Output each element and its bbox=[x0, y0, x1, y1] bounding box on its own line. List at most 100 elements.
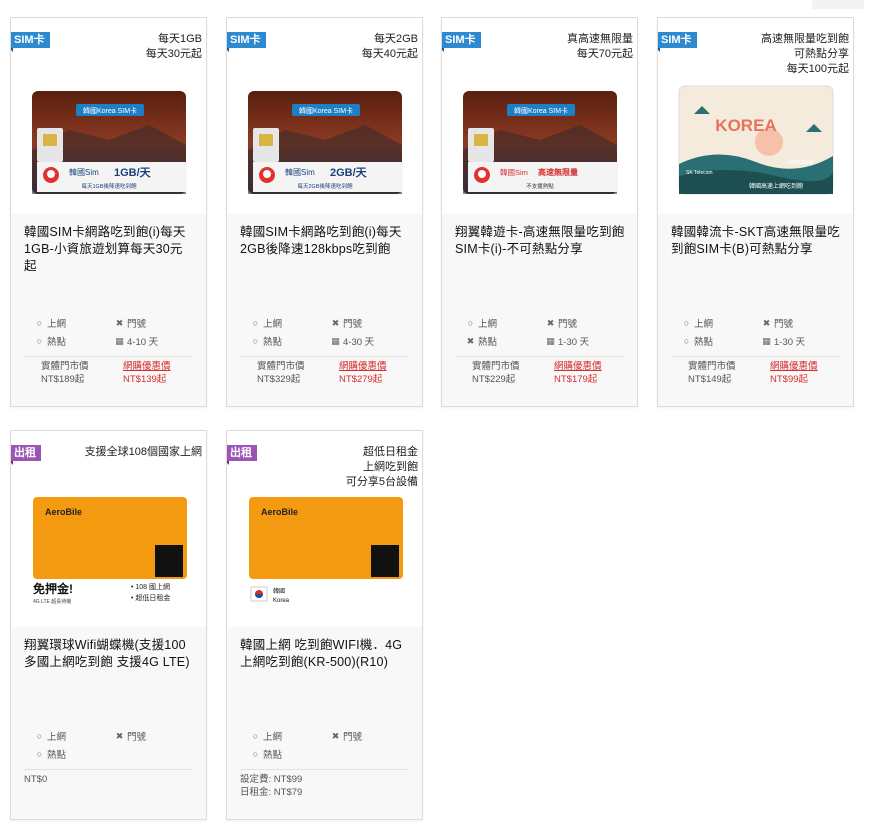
product-card[interactable]: 出租 超低日租金 上網吃到飽 可分享5台設備 AeroBile 韓國 Korea… bbox=[226, 430, 423, 820]
blurb-line: 每天30元起 bbox=[145, 48, 202, 60]
image-sim-text: 韓國Sim bbox=[500, 167, 528, 177]
store-price-value: NT$329起 bbox=[257, 374, 301, 385]
card-blurb: 每天2GB 每天40元起 bbox=[268, 32, 418, 62]
sim-badge: SIM卡 bbox=[442, 32, 481, 52]
divider bbox=[455, 356, 624, 357]
store-price-label: 實體門市價 bbox=[472, 361, 520, 372]
product-card[interactable]: SIM卡 每天1GB 每天30元起 韓國Korea SIM卡 韓國Sim 1GB… bbox=[10, 17, 207, 407]
product-title[interactable]: 韓國韓流卡-SKT高速無限量吃到飽SIM卡(B)可熱點分享 bbox=[671, 224, 841, 258]
store-price-value: NT$189起 bbox=[41, 374, 85, 385]
card-blurb: 支援全球108個國家上網 bbox=[32, 445, 202, 460]
image-footer-text: 每天2GB後降速吃到飽 bbox=[297, 182, 353, 190]
product-title[interactable]: 韓國SIM卡網路吃到飽(i)每天2GB後降速128kbps吃到飽 bbox=[240, 224, 410, 258]
promo-bullet: • 108 國上網 bbox=[131, 582, 170, 591]
blurb-line: 可熱點分享 bbox=[794, 48, 849, 60]
setup-fee: 設定費: NT$99 bbox=[240, 774, 303, 785]
promo-text: 免押金! bbox=[33, 581, 73, 596]
feature-label: 熱點 bbox=[47, 337, 67, 348]
image-brand-text: Aerobile bbox=[788, 159, 814, 166]
product-image[interactable]: AeroBile 韓國 Korea bbox=[247, 495, 407, 604]
image-sim-text: SK Telecom bbox=[686, 170, 713, 176]
blurb-line: 每天1GB bbox=[157, 33, 202, 45]
blurb-line: 真高速無限量 bbox=[567, 33, 633, 45]
image-sim-text: 韓國Sim bbox=[285, 167, 315, 177]
image-header-text: 韓國Korea SIM卡 bbox=[299, 106, 353, 115]
product-card[interactable]: SIM卡 每天2GB 每天40元起 韓國Korea SIM卡 韓國Sim 2GB… bbox=[226, 17, 423, 407]
feature-label: 上網 bbox=[694, 319, 714, 330]
product-card[interactable]: 出租 支援全球108個國家上網 AeroBile 免押金! 4G LTE 超長待… bbox=[10, 430, 207, 820]
feature-label: 門號 bbox=[343, 319, 363, 330]
divider bbox=[24, 356, 193, 357]
blurb-line: 每天40元起 bbox=[361, 48, 418, 60]
feature-label: 熱點 bbox=[478, 337, 498, 348]
divider bbox=[24, 769, 193, 770]
product-image[interactable]: AeroBile 免押金! 4G LTE 超長待機 • 108 國上網 • 超低… bbox=[31, 495, 191, 617]
sim-badge: SIM卡 bbox=[227, 32, 266, 52]
card-blurb: 高速無限量吃到飽 可熱點分享 每天100元起 bbox=[699, 32, 849, 77]
promo-sub-text: 4G LTE 超長待機 bbox=[33, 598, 71, 605]
circle-icon: ○ bbox=[36, 336, 43, 346]
calendar-icon: ▦ bbox=[546, 335, 555, 346]
calendar-icon: ▦ bbox=[762, 335, 771, 346]
store-price-label: 實體門市價 bbox=[688, 361, 736, 372]
product-image[interactable]: 韓國Korea SIM卡 韓國Sim 1GB/天 每天1GB後降速吃到飽 bbox=[29, 90, 189, 198]
online-price-value: NT$99起 bbox=[770, 374, 809, 385]
price-block: 設定費: NT$99 日租金: NT$79 bbox=[240, 773, 302, 799]
image-header-text: KOREA bbox=[715, 116, 776, 135]
card-blurb: 真高速無限量 每天70元起 bbox=[483, 32, 633, 62]
cross-icon: ✖ bbox=[466, 335, 475, 346]
online-price-value: NT$139起 bbox=[123, 374, 167, 385]
online-price-label: 網購優惠價 bbox=[554, 361, 602, 372]
product-title[interactable]: 翔翼環球Wifi蝴蝶機(支援100多國上網吃到飽 支援4G LTE) bbox=[24, 637, 194, 671]
feature-list: ○ 上網 ✖ 門號 ○ 熱點 bbox=[250, 727, 410, 763]
circle-icon: ○ bbox=[252, 749, 259, 759]
feature-list: ○ 上網 ✖ 門號 ✖ 熱點 ▦ 1-30 天 bbox=[465, 314, 625, 350]
cross-icon: ✖ bbox=[331, 317, 340, 328]
image-speed-text: 2GB/天 bbox=[330, 166, 368, 179]
cross-icon: ✖ bbox=[546, 317, 555, 328]
rental-days: 4-30 天 bbox=[343, 337, 375, 348]
daily-rent: 日租金: NT$79 bbox=[240, 787, 303, 798]
circle-icon: ○ bbox=[36, 731, 43, 741]
online-price-label: 網購優惠價 bbox=[123, 361, 171, 372]
product-image[interactable]: 韓國Korea SIM卡 韓國Sim 高速無限量 不支援熱點 bbox=[460, 90, 620, 198]
product-title[interactable]: 韓國SIM卡網路吃到飽(i)每天1GB-小資旅遊划算每天30元起 bbox=[24, 224, 194, 275]
feature-label: 上網 bbox=[478, 319, 498, 330]
blurb-line: 每天2GB bbox=[373, 33, 418, 45]
product-image[interactable]: KOREA SK Telecom Aerobile 韓國高速上網吃到飽 bbox=[676, 84, 836, 195]
rental-price: NT$0 bbox=[24, 774, 48, 785]
device-brand-text: AeroBile bbox=[261, 507, 298, 517]
online-price-label: 網購優惠價 bbox=[339, 361, 387, 372]
online-price-value: NT$279起 bbox=[339, 374, 383, 385]
cross-icon: ✖ bbox=[762, 317, 771, 328]
feature-list: ○ 上網 ✖ 門號 ○ 熱點 bbox=[34, 727, 194, 763]
card-blurb: 超低日租金 上網吃到飽 可分享5台設備 bbox=[268, 445, 418, 490]
sim-badge: SIM卡 bbox=[11, 32, 50, 52]
blurb-line: 可分享5台設備 bbox=[345, 476, 418, 488]
store-price-label: 實體門市價 bbox=[41, 361, 89, 372]
image-footer-text: 不支援熱點 bbox=[526, 182, 554, 190]
product-card[interactable]: SIM卡 真高速無限量 每天70元起 韓國Korea SIM卡 韓國Sim 高速… bbox=[441, 17, 638, 407]
top-strip bbox=[812, 0, 864, 9]
image-footer-text: 韓國高速上網吃到飽 bbox=[749, 182, 803, 190]
cross-icon: ✖ bbox=[331, 730, 340, 741]
rental-days: 1-30 天 bbox=[774, 337, 806, 348]
circle-icon: ○ bbox=[252, 318, 259, 328]
product-image[interactable]: 韓國Korea SIM卡 韓國Sim 2GB/天 每天2GB後降速吃到飽 bbox=[245, 90, 405, 198]
image-sim-text: 韓國Sim bbox=[69, 167, 99, 177]
feature-label: 門號 bbox=[774, 319, 794, 330]
rental-days: 1-30 天 bbox=[558, 337, 590, 348]
circle-icon: ○ bbox=[683, 336, 690, 346]
rental-days: 4-10 天 bbox=[127, 337, 159, 348]
price-block: NT$0 bbox=[24, 773, 47, 786]
cross-icon: ✖ bbox=[115, 730, 124, 741]
product-card[interactable]: SIM卡 高速無限量吃到飽 可熱點分享 每天100元起 KOREA SK Tel… bbox=[657, 17, 854, 407]
feature-label: 上網 bbox=[47, 319, 67, 330]
online-price-label: 網購優惠價 bbox=[770, 361, 818, 372]
feature-label: 熱點 bbox=[263, 750, 283, 761]
divider bbox=[671, 356, 840, 357]
product-title[interactable]: 翔翼韓遊卡-高速無限量吃到飽SIM卡(i)-不可熱點分享 bbox=[455, 224, 625, 258]
circle-icon: ○ bbox=[36, 749, 43, 759]
blurb-line: 支援全球108個國家上網 bbox=[84, 446, 202, 458]
product-title[interactable]: 韓國上網 吃到飽WIFI機．4G上網吃到飽(KR-500)(R10) bbox=[240, 637, 410, 671]
